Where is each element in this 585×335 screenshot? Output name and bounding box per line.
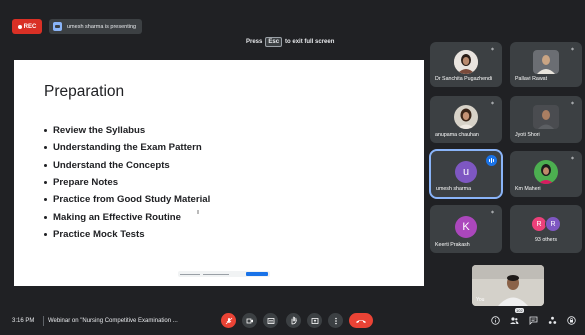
- more-options-button[interactable]: [328, 313, 343, 328]
- participant-name: Pallavi Rawat: [515, 76, 548, 82]
- meeting-title: Webinar on "Nursing Competitive Examinat…: [48, 318, 178, 324]
- participant-name: umesh sharma: [436, 186, 472, 192]
- self-view-tile[interactable]: You: [472, 265, 544, 306]
- pin-icon[interactable]: ⁎: [571, 100, 577, 106]
- slide-share-toolbar[interactable]: [178, 271, 270, 277]
- captions-button[interactable]: [263, 313, 278, 328]
- toolbar-text-line: [180, 273, 200, 275]
- camera-toggle-button[interactable]: [242, 313, 257, 328]
- pin-icon[interactable]: ⁎: [571, 155, 577, 161]
- slide-bullet: Prepare Notes: [44, 174, 210, 191]
- others-avatar-stack: R R: [531, 216, 561, 233]
- info-icon: [490, 315, 500, 325]
- mic-off-icon: [225, 317, 232, 324]
- lock-icon: [566, 315, 576, 325]
- participant-tile[interactable]: ⁎ anupama chauhan: [430, 96, 502, 143]
- activities-button[interactable]: [545, 313, 559, 327]
- fullscreen-hint-rest: to exit full screen: [285, 39, 335, 45]
- slide-bullet-list: Review the Syllabus Understanding the Ex…: [44, 122, 210, 243]
- pin-icon[interactable]: ⁎: [571, 46, 577, 52]
- presenter-chip[interactable]: umesh sharma is presenting: [49, 19, 143, 34]
- more-icon: [334, 317, 337, 324]
- others-tile[interactable]: R R 93 others: [510, 205, 582, 253]
- present-screen-icon: [53, 22, 62, 31]
- end-call-icon: [356, 319, 366, 323]
- activities-icon: [548, 316, 556, 324]
- people-button[interactable]: [507, 313, 521, 327]
- mouse-cursor-icon: [197, 210, 199, 214]
- recording-badge: REC: [12, 19, 42, 34]
- participant-name: anupama chauhan: [435, 132, 479, 138]
- slide-bullet: Review the Syllabus: [44, 122, 210, 139]
- chat-icon: [529, 316, 537, 325]
- participant-tile[interactable]: ⁎ Pallavi Rawat: [510, 42, 582, 87]
- stop-sharing-button[interactable]: [246, 272, 268, 276]
- leave-call-button[interactable]: [349, 313, 373, 328]
- participant-avatar: u: [455, 160, 477, 183]
- raise-hand-button[interactable]: [286, 313, 301, 328]
- others-count: 93 others: [534, 237, 558, 243]
- present-now-button[interactable]: [307, 313, 322, 328]
- participant-name: Dr Sanchita Pugazhendi: [435, 76, 493, 82]
- pin-icon[interactable]: ⁎: [491, 46, 497, 52]
- clock: 3:16 PM: [12, 318, 35, 324]
- participant-name: Km Maheri: [515, 186, 541, 192]
- participant-tile[interactable]: ⁎ K Keerti Prakash: [430, 205, 502, 253]
- chat-button[interactable]: [526, 313, 540, 327]
- present-icon: [246, 318, 253, 323]
- slide-bullet: Practice from Good Study Material: [44, 191, 210, 208]
- self-view-label: You: [476, 297, 485, 303]
- mic-toggle-button[interactable]: [221, 313, 236, 328]
- present-now-icon: [311, 317, 318, 324]
- separator: [43, 316, 44, 326]
- participant-photo: [454, 105, 478, 130]
- participant-photo: [454, 50, 478, 75]
- participant-tile[interactable]: ⁎ Dr Sanchita Pugazhendi: [430, 42, 502, 87]
- slide-bullet: Practice Mock Tests: [44, 226, 210, 243]
- slide-bullet: Making an Effective Routine: [44, 208, 210, 225]
- fullscreen-hint: Press Esc to exit full screen: [246, 37, 334, 47]
- participant-photo: [533, 105, 559, 130]
- slide-bullet: Understanding the Exam Pattern: [44, 139, 210, 156]
- toolbar-text-line: [203, 273, 229, 275]
- raise-hand-icon: [291, 316, 297, 325]
- recording-label: REC: [23, 23, 37, 30]
- participant-photo: [534, 159, 558, 184]
- participant-photo: [533, 50, 559, 75]
- captions-icon: [267, 317, 274, 324]
- fullscreen-hint-press: Press: [246, 39, 263, 45]
- slide-bullet: Understand the Concepts: [44, 157, 210, 174]
- recording-dot-icon: [17, 24, 22, 29]
- participant-name: Keerti Prakash: [435, 242, 470, 248]
- esc-key: Esc: [265, 37, 283, 47]
- participant-name: Jyoti Shori: [515, 132, 540, 138]
- meeting-details-button[interactable]: [488, 313, 502, 327]
- participant-avatar: R: [545, 216, 561, 233]
- speaking-indicator-icon: [486, 155, 497, 166]
- slide-title: Preparation: [44, 83, 125, 100]
- presenter-text: umesh sharma is presenting: [67, 23, 137, 30]
- participant-tile-active-speaker[interactable]: u umesh sharma: [429, 149, 503, 199]
- participant-count-badge: 102: [515, 308, 524, 313]
- presentation-slide: Preparation Review the Syllabus Understa…: [14, 60, 424, 286]
- participant-avatar: K: [455, 215, 477, 238]
- pin-icon[interactable]: ⁎: [491, 209, 497, 215]
- participant-tile[interactable]: ⁎ Jyoti Shori: [510, 96, 582, 143]
- pin-icon[interactable]: ⁎: [491, 100, 497, 106]
- participant-tile[interactable]: ⁎ Km Maheri: [510, 151, 582, 197]
- host-controls-button[interactable]: [564, 313, 578, 327]
- people-icon: [510, 316, 519, 324]
